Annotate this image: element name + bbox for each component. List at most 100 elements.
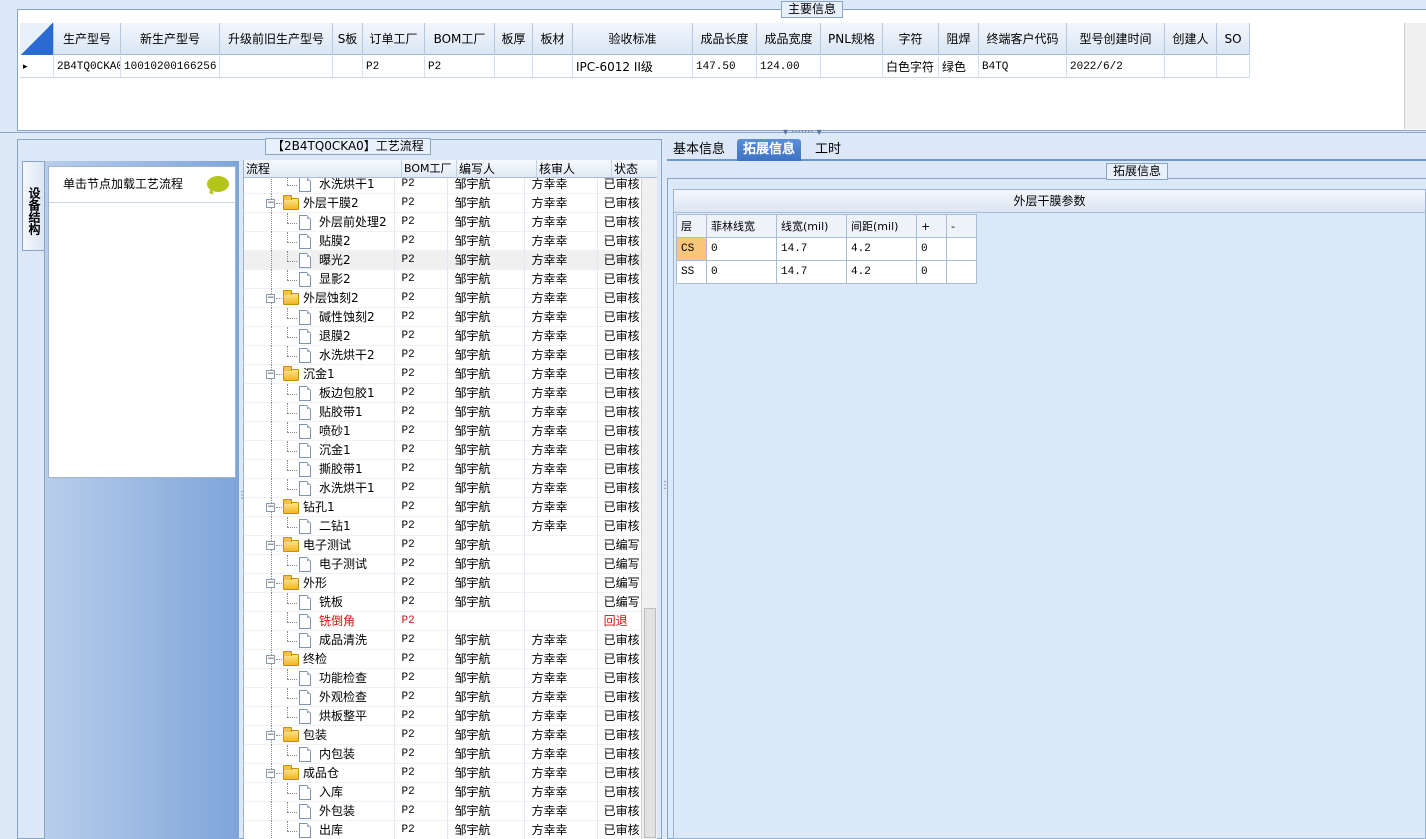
collapse-icon[interactable]: − <box>266 503 275 512</box>
main-grid-cell[interactable] <box>1217 56 1250 78</box>
process-writer-cell[interactable]: 邹宇航 <box>448 650 526 669</box>
process-writer-cell[interactable]: 邹宇航 <box>448 802 526 821</box>
main-col-header[interactable]: PNL规格 <box>821 23 883 55</box>
process-status-cell[interactable]: 已审核 <box>598 517 642 536</box>
process-writer-cell[interactable]: 邹宇航 <box>448 365 526 384</box>
process-reviewer-cell[interactable] <box>525 555 598 574</box>
process-reviewer-cell[interactable] <box>525 612 598 631</box>
collapse-icon[interactable]: − <box>266 370 275 379</box>
process-group-row[interactable]: − 外层蚀刻2 P2 邹宇航 方幸幸 已审核 <box>244 289 642 308</box>
process-node[interactable]: 出库 <box>244 821 396 839</box>
process-node[interactable]: 显影2 <box>244 270 396 289</box>
process-reviewer-cell[interactable]: 方幸幸 <box>525 232 598 251</box>
process-bom-cell[interactable]: P2 <box>395 593 449 612</box>
main-col-header[interactable]: 阻焊 <box>939 23 979 55</box>
process-writer-cell[interactable]: 邹宇航 <box>448 403 526 422</box>
main-info-grid[interactable]: 生产型号 新生产型号 升级前旧生产型号 S板 订单工厂 BOM工厂 板厚 板材 验收标准 成品长度… <box>20 23 1404 129</box>
process-bom-cell[interactable]: P2 <box>395 536 449 555</box>
main-col-header[interactable]: 型号创建时间 <box>1067 23 1165 55</box>
dry-film-params-table[interactable]: 层菲林线宽 线宽(mil) 间距(mil) + - CS 0 14.7 4.2 0 SS 0 14.7 4… <box>676 214 977 284</box>
process-group-row[interactable]: − 终检 P2 邹宇航 方幸幸 已审核 <box>244 650 642 669</box>
param-row[interactable]: CS 0 14.7 4.2 0 <box>676 237 977 261</box>
process-status-cell[interactable]: 已审核 <box>598 688 642 707</box>
process-node[interactable]: 外层前处理2 <box>244 213 396 232</box>
process-col-header[interactable]: 编写人 <box>457 160 537 178</box>
process-status-cell[interactable]: 已审核 <box>598 764 642 783</box>
process-step-row[interactable]: 入库 P2 邹宇航 方幸幸 已审核 <box>244 783 642 802</box>
param-col-header[interactable]: + <box>916 214 947 238</box>
process-status-cell[interactable]: 已审核 <box>598 460 642 479</box>
process-bom-cell[interactable]: P2 <box>395 232 449 251</box>
process-reviewer-cell[interactable]: 方幸幸 <box>525 669 598 688</box>
process-node[interactable]: 碱性蚀刻2 <box>244 308 396 327</box>
process-node[interactable]: 外包装 <box>244 802 396 821</box>
row-indicator-icon[interactable]: ▸ <box>20 56 54 78</box>
process-node[interactable]: 二钻1 <box>244 517 396 536</box>
process-bom-cell[interactable]: P2 <box>395 270 449 289</box>
process-bom-cell[interactable]: P2 <box>395 555 449 574</box>
process-writer-cell[interactable]: 邹宇航 <box>448 232 526 251</box>
process-status-cell[interactable]: 已审核 <box>598 669 642 688</box>
process-writer-cell[interactable]: 邹宇航 <box>448 270 526 289</box>
process-writer-cell[interactable]: 邹宇航 <box>448 308 526 327</box>
process-node[interactable]: − 钻孔1 <box>244 498 396 517</box>
process-col-header[interactable]: 核审人 <box>537 160 612 178</box>
main-grid-cell[interactable]: 2022/6/2 <box>1067 56 1165 78</box>
process-group-row[interactable]: − 钻孔1 P2 邹宇航 方幸幸 已审核 <box>244 498 642 517</box>
main-col-header[interactable]: 创建人 <box>1165 23 1217 55</box>
main-col-header[interactable]: SO <box>1217 23 1250 55</box>
process-node[interactable]: 电子测试 <box>244 555 396 574</box>
collapse-icon[interactable]: − <box>266 579 275 588</box>
process-reviewer-cell[interactable]: 方幸幸 <box>525 745 598 764</box>
top-splitter-grip-icon[interactable]: ▾ ······· ▾ <box>783 127 822 138</box>
process-writer-cell[interactable]: 邹宇航 <box>448 555 526 574</box>
process-status-cell[interactable]: 已编写 <box>598 555 642 574</box>
grid-corner[interactable] <box>20 23 54 55</box>
process-writer-cell[interactable]: 邹宇航 <box>448 384 526 403</box>
process-writer-cell[interactable]: 邹宇航 <box>448 593 526 612</box>
param-cell[interactable]: 0 <box>916 260 947 284</box>
process-node[interactable]: 铣倒角 <box>244 612 396 631</box>
process-node[interactable]: 沉金1 <box>244 441 396 460</box>
main-grid-cell[interactable] <box>495 56 533 78</box>
process-bom-cell[interactable]: P2 <box>395 384 449 403</box>
main-col-header[interactable]: S板 <box>333 23 363 55</box>
process-writer-cell[interactable]: 邹宇航 <box>448 764 526 783</box>
process-reviewer-cell[interactable]: 方幸幸 <box>525 365 598 384</box>
collapse-icon[interactable]: − <box>266 769 275 778</box>
process-node[interactable]: − 外形 <box>244 574 396 593</box>
process-node[interactable]: − 电子测试 <box>244 536 396 555</box>
process-step-row[interactable]: 铣倒角 P2 回退 <box>244 612 642 631</box>
main-grid-cell[interactable]: IPC-6012 II级 <box>573 56 693 78</box>
process-status-cell[interactable]: 已编写 <box>598 536 642 555</box>
process-node[interactable]: 入库 <box>244 783 396 802</box>
process-status-cell[interactable]: 已审核 <box>598 346 642 365</box>
process-status-cell[interactable]: 已审核 <box>598 707 642 726</box>
process-status-cell[interactable]: 已审核 <box>598 441 642 460</box>
process-node[interactable]: 贴胶带1 <box>244 403 396 422</box>
process-step-row[interactable]: 撕胶带1 P2 邹宇航 方幸幸 已审核 <box>244 460 642 479</box>
process-status-cell[interactable]: 已审核 <box>598 403 642 422</box>
process-step-row[interactable]: 退膜2 P2 邹宇航 方幸幸 已审核 <box>244 327 642 346</box>
process-status-cell[interactable]: 已审核 <box>598 270 642 289</box>
process-node[interactable]: 内包装 <box>244 745 396 764</box>
process-node[interactable]: − 成品仓 <box>244 764 396 783</box>
process-bom-cell[interactable]: P2 <box>395 574 449 593</box>
main-grid-cell[interactable]: 绿色 <box>939 56 979 78</box>
process-node[interactable]: − 外层干膜2 <box>244 194 396 213</box>
main-col-header[interactable]: 生产型号 <box>54 23 121 55</box>
process-status-cell[interactable]: 已审核 <box>598 308 642 327</box>
main-grid-cell[interactable] <box>821 56 883 78</box>
process-reviewer-cell[interactable]: 方幸幸 <box>525 783 598 802</box>
main-col-header[interactable]: 终端客户代码 <box>979 23 1067 55</box>
process-bom-cell[interactable]: P2 <box>395 612 449 631</box>
process-node[interactable]: − 包装 <box>244 726 396 745</box>
process-bom-cell[interactable]: P2 <box>395 365 449 384</box>
param-cell[interactable] <box>946 237 977 261</box>
param-row[interactable]: SS 0 14.7 4.2 0 <box>676 260 977 284</box>
main-col-header[interactable]: 板厚 <box>495 23 533 55</box>
process-reviewer-cell[interactable]: 方幸幸 <box>525 308 598 327</box>
process-node[interactable]: 板边包胶1 <box>244 384 396 403</box>
process-bom-cell[interactable]: P2 <box>395 631 449 650</box>
process-writer-cell[interactable]: 邹宇航 <box>448 669 526 688</box>
